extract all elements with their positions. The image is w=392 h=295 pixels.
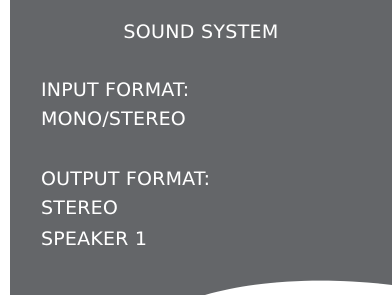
corner-wave-decoration	[205, 280, 392, 295]
sound-system-menu-screen: SOUND SYSTEM INPUT FORMAT: MONO/STEREO O…	[10, 0, 392, 295]
